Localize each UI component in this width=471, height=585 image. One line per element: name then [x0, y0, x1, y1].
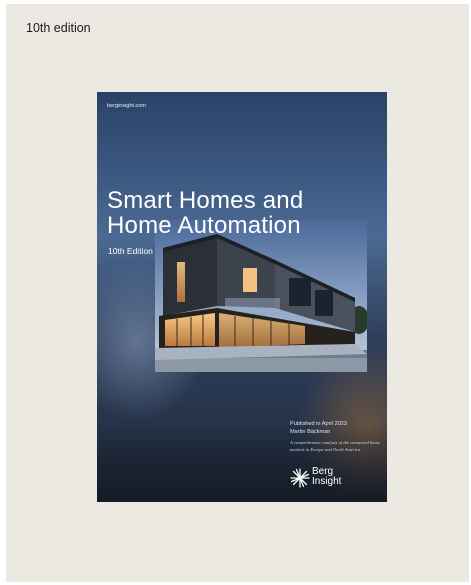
house-photo — [155, 220, 367, 372]
cover-site-url: berginsight.com — [107, 103, 146, 109]
cover-title: Smart Homes and Home Automation — [107, 188, 377, 238]
published-date: Published in April 2023 — [290, 421, 347, 427]
logo-line2: Insight — [312, 476, 342, 487]
house-illustration — [155, 220, 367, 372]
berg-insight-logo: Berg Insight — [290, 467, 380, 491]
cover-title-line1: Smart Homes and — [107, 187, 304, 214]
report-card: 10th edition berginsight.com Smart Homes… — [6, 4, 469, 582]
author-name: Martin Bäckman — [290, 429, 331, 435]
report-description: A comprehensive analysis of the connecte… — [290, 440, 380, 452]
cover-title-line2: Home Automation — [107, 212, 301, 239]
cover-edition: 10th Edition — [108, 246, 153, 256]
edition-label: 10th edition — [26, 21, 91, 35]
report-cover[interactable]: berginsight.com Smart Homes and Home Aut… — [97, 92, 387, 502]
publication-info: Published in April 2023 Martin Bäckman — [290, 420, 347, 436]
berg-insight-wordmark: Berg Insight — [312, 467, 341, 487]
berg-insight-logo-icon — [290, 468, 310, 488]
